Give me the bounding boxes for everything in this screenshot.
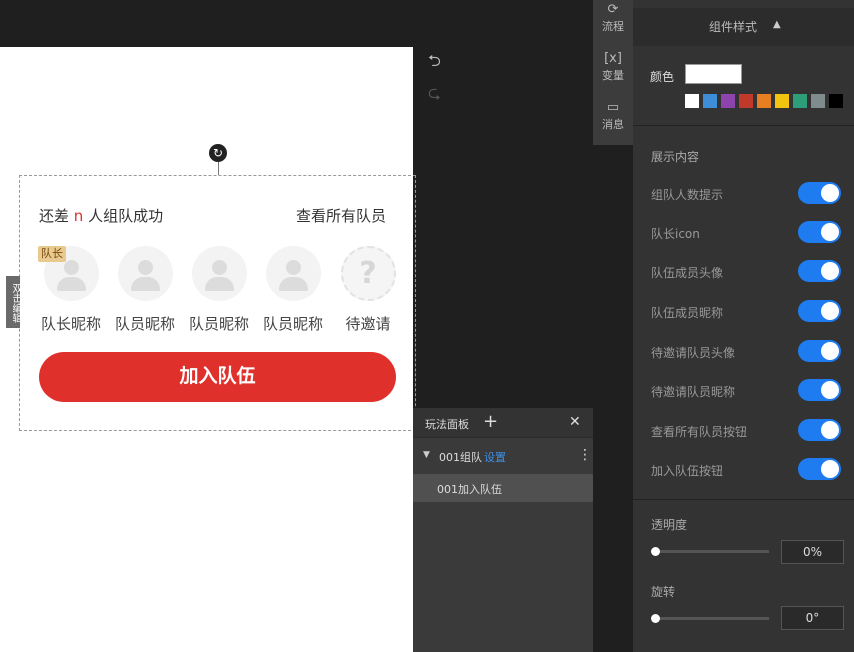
toggle-label: 待邀请队员头像: [651, 346, 736, 360]
add-icon[interactable]: +: [483, 411, 498, 432]
props-title: 组件样式: [709, 20, 758, 34]
toggle-row: 待邀请队员昵称: [633, 379, 854, 403]
undo-icon[interactable]: ⮌: [428, 50, 441, 77]
color-swatch[interactable]: [685, 94, 699, 108]
color-picker[interactable]: [685, 64, 742, 84]
divider: [633, 499, 854, 500]
toggle-row: 队长icon: [633, 221, 854, 245]
play-group-row[interactable]: ▼ 001组队 设置 ⋮: [413, 444, 593, 470]
member-slot: 队员昵称: [260, 246, 326, 334]
toggle-switch[interactable]: [798, 260, 841, 282]
variable-icon: [x]: [604, 51, 622, 66]
opacity-label: 透明度: [651, 518, 688, 532]
avatar: [191, 246, 247, 301]
play-group-settings-link[interactable]: 设置: [484, 449, 506, 465]
tool-strip: ⟳ 流程 [x] 变量 ▭ 消息: [593, 0, 633, 145]
rotation-label: 旋转: [651, 585, 676, 599]
color-swatch[interactable]: [703, 94, 717, 108]
content-section-label: 展示内容: [651, 150, 700, 164]
toggle-label: 队伍成员昵称: [651, 306, 724, 320]
member-slot: 队员昵称: [186, 246, 252, 334]
toggle-label: 队伍成员头像: [651, 266, 724, 280]
variable-tool[interactable]: [x] 变量: [593, 51, 633, 83]
divider: [633, 125, 854, 126]
toggle-row: 查看所有队员按钮: [633, 419, 854, 443]
close-icon[interactable]: ✕: [569, 414, 581, 430]
member-name: 待邀请: [345, 315, 391, 333]
toggle-switch[interactable]: [798, 300, 841, 322]
color-swatch[interactable]: [793, 94, 807, 108]
tool-label: 消息: [602, 118, 624, 131]
play-item-label: 001加入队伍: [437, 483, 502, 496]
color-swatch[interactable]: [811, 94, 825, 108]
toggle-row: 待邀请队员头像: [633, 340, 854, 364]
rotate-icon[interactable]: ↻: [209, 144, 227, 162]
member-name: 队长昵称: [40, 315, 101, 333]
member-name: 队员昵称: [188, 315, 249, 333]
leader-badge: 队长: [38, 246, 66, 262]
toggle-row: 队伍成员昵称: [633, 300, 854, 324]
join-team-button[interactable]: 加入队伍: [39, 352, 396, 402]
tool-label: 变量: [602, 69, 624, 82]
toggle-label: 待邀请队员昵称: [651, 385, 736, 399]
pending-avatar: ?: [340, 246, 396, 301]
tool-label: 流程: [602, 20, 624, 33]
member-slot-pending: ? 待邀请: [335, 246, 401, 334]
opacity-slider-thumb[interactable]: [651, 547, 660, 556]
avatar: [265, 246, 321, 301]
caret-up-icon[interactable]: ▲: [773, 19, 781, 30]
opacity-input[interactable]: 0%: [781, 540, 844, 564]
member-slot: 队员昵称: [112, 246, 178, 334]
color-label: 颜色: [650, 70, 675, 84]
question-mark-icon: ?: [359, 256, 377, 291]
toggle-switch[interactable]: [798, 458, 841, 480]
member-name: 队员昵称: [262, 315, 323, 333]
rotation-slider[interactable]: [655, 617, 769, 620]
redo-icon[interactable]: ⮎: [428, 82, 441, 109]
toggle-label: 队长icon: [651, 227, 700, 241]
play-item[interactable]: 001加入队伍: [413, 474, 593, 502]
toggle-switch[interactable]: [798, 182, 841, 204]
properties-panel: 组件样式 ▲ 颜色 展示内容 组队人数提示 队长icon 队伍成员头像 队伍成员…: [633, 0, 854, 652]
opacity-slider[interactable]: [655, 550, 769, 553]
play-group-name: 001组队: [439, 451, 482, 464]
toggle-label: 查看所有队员按钮: [651, 425, 748, 439]
flow-tool[interactable]: ⟳ 流程: [593, 2, 633, 34]
toggle-switch[interactable]: [798, 221, 841, 243]
caret-down-icon[interactable]: ▼: [423, 450, 430, 460]
rotate-stem: [218, 162, 219, 175]
props-header[interactable]: 组件样式 ▲: [633, 8, 854, 46]
toggle-row: 队伍成员头像: [633, 260, 854, 284]
color-swatch[interactable]: [829, 94, 843, 108]
toggle-switch[interactable]: [798, 340, 841, 362]
toggle-label: 组队人数提示: [651, 188, 724, 202]
play-panel: 玩法面板 + ✕ ▼ 001组队 设置 ⋮ 001加入队伍: [413, 408, 593, 652]
avatar: [117, 246, 173, 301]
edit-hint-tag[interactable]: 双击编辑: [6, 276, 21, 328]
flow-icon: ⟳: [607, 2, 619, 17]
member-name: 队员昵称: [114, 315, 175, 333]
color-swatch[interactable]: [775, 94, 789, 108]
color-swatch[interactable]: [721, 94, 735, 108]
color-swatch[interactable]: [739, 94, 753, 108]
remaining-count: n: [73, 207, 84, 225]
toggle-row: 加入队伍按钮: [633, 458, 854, 482]
toggle-row: 组队人数提示: [633, 182, 854, 206]
message-icon: ▭: [606, 100, 620, 115]
play-panel-header: 玩法面板 + ✕: [413, 408, 593, 438]
rotation-slider-thumb[interactable]: [651, 614, 660, 623]
toggle-switch[interactable]: [798, 379, 841, 401]
team-status-text: 还差 n 人组队成功: [39, 207, 164, 225]
toggle-label: 加入队伍按钮: [651, 464, 724, 478]
more-icon[interactable]: ⋮: [578, 447, 592, 463]
rotation-input[interactable]: 0°: [781, 606, 844, 630]
toggle-switch[interactable]: [798, 419, 841, 441]
view-all-members-link[interactable]: 查看所有队员: [296, 205, 386, 226]
play-panel-title: 玩法面板: [425, 418, 469, 431]
message-tool[interactable]: ▭ 消息: [593, 100, 633, 132]
color-swatch[interactable]: [757, 94, 771, 108]
